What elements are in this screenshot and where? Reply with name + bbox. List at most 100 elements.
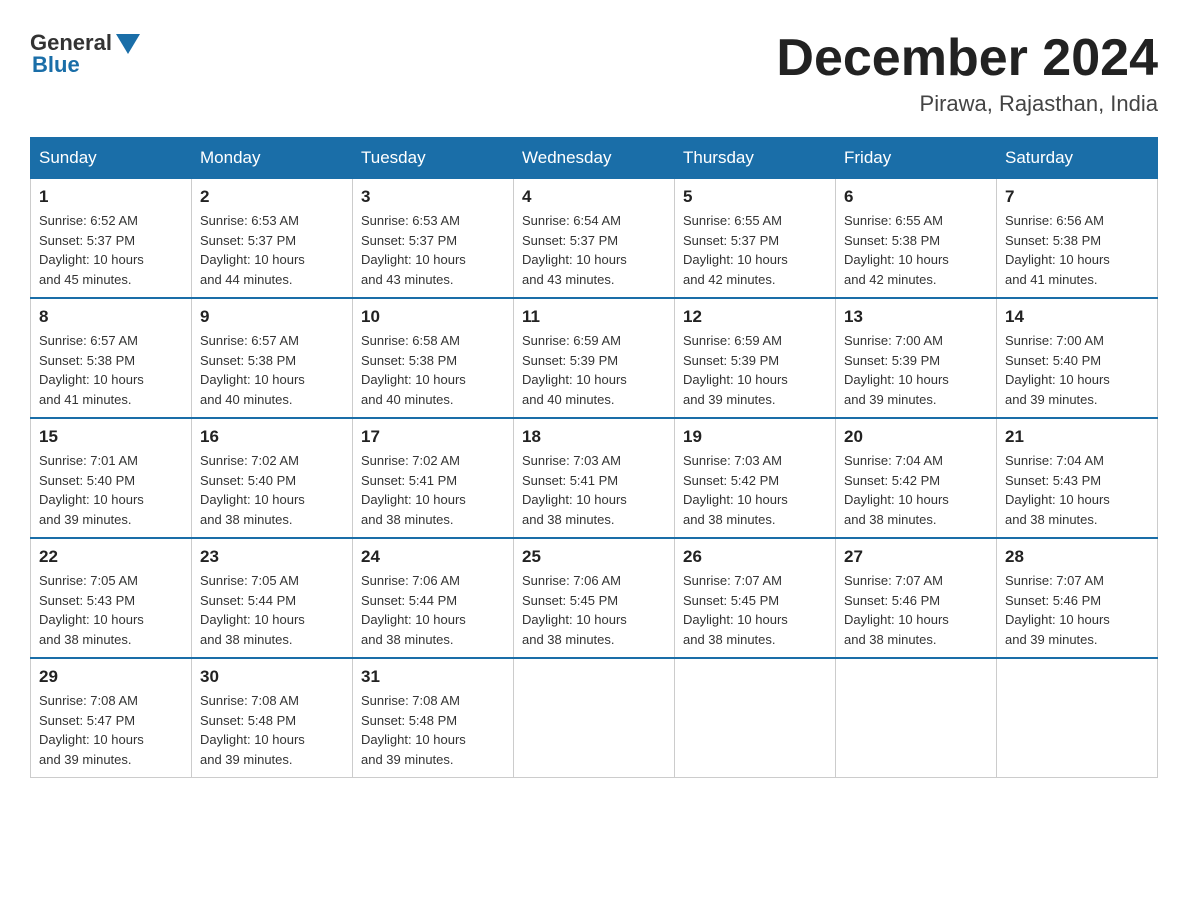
day-info: Sunrise: 6:53 AMSunset: 5:37 PMDaylight:… (361, 211, 505, 289)
day-number: 20 (844, 427, 988, 447)
day-number: 7 (1005, 187, 1149, 207)
day-info: Sunrise: 6:54 AMSunset: 5:37 PMDaylight:… (522, 211, 666, 289)
calendar-header-row: SundayMondayTuesdayWednesdayThursdayFrid… (31, 138, 1158, 179)
calendar-cell: 10 Sunrise: 6:58 AMSunset: 5:38 PMDayligh… (353, 298, 514, 418)
calendar-cell: 17 Sunrise: 7:02 AMSunset: 5:41 PMDayligh… (353, 418, 514, 538)
day-info: Sunrise: 7:08 AMSunset: 5:47 PMDaylight:… (39, 691, 183, 769)
calendar-header-sunday: Sunday (31, 138, 192, 179)
day-number: 1 (39, 187, 183, 207)
day-info: Sunrise: 6:52 AMSunset: 5:37 PMDaylight:… (39, 211, 183, 289)
calendar-cell (836, 658, 997, 778)
day-info: Sunrise: 6:53 AMSunset: 5:37 PMDaylight:… (200, 211, 344, 289)
calendar-cell: 14 Sunrise: 7:00 AMSunset: 5:40 PMDayligh… (997, 298, 1158, 418)
day-number: 4 (522, 187, 666, 207)
calendar-cell: 19Sunrise: 7:03 AMSunset: 5:42 PMDayligh… (675, 418, 836, 538)
calendar-cell: 13 Sunrise: 7:00 AMSunset: 5:39 PMDayligh… (836, 298, 997, 418)
calendar-cell: 27Sunrise: 7:07 AMSunset: 5:46 PMDayligh… (836, 538, 997, 658)
day-info: Sunrise: 7:04 AMSunset: 5:42 PMDaylight:… (844, 451, 988, 529)
calendar-cell: 31 Sunrise: 7:08 AMSunset: 5:48 PMDayligh… (353, 658, 514, 778)
day-info: Sunrise: 7:05 AMSunset: 5:43 PMDaylight:… (39, 571, 183, 649)
calendar-cell: 15 Sunrise: 7:01 AMSunset: 5:40 PMDayligh… (31, 418, 192, 538)
logo-blue-text: Blue (32, 52, 80, 78)
calendar-week-row: 29 Sunrise: 7:08 AMSunset: 5:47 PMDayligh… (31, 658, 1158, 778)
day-info: Sunrise: 6:55 AMSunset: 5:38 PMDaylight:… (844, 211, 988, 289)
day-info: Sunrise: 7:00 AMSunset: 5:39 PMDaylight:… (844, 331, 988, 409)
calendar-cell: 1 Sunrise: 6:52 AMSunset: 5:37 PMDaylight… (31, 179, 192, 299)
day-number: 26 (683, 547, 827, 567)
calendar-cell: 8 Sunrise: 6:57 AMSunset: 5:38 PMDaylight… (31, 298, 192, 418)
day-info: Sunrise: 7:02 AMSunset: 5:40 PMDaylight:… (200, 451, 344, 529)
day-info: Sunrise: 6:59 AMSunset: 5:39 PMDaylight:… (522, 331, 666, 409)
day-info: Sunrise: 7:08 AMSunset: 5:48 PMDaylight:… (361, 691, 505, 769)
calendar-cell (675, 658, 836, 778)
day-number: 11 (522, 307, 666, 327)
day-info: Sunrise: 7:06 AMSunset: 5:44 PMDaylight:… (361, 571, 505, 649)
calendar-table: SundayMondayTuesdayWednesdayThursdayFrid… (30, 137, 1158, 778)
calendar-week-row: 1 Sunrise: 6:52 AMSunset: 5:37 PMDaylight… (31, 179, 1158, 299)
day-number: 24 (361, 547, 505, 567)
calendar-cell: 22 Sunrise: 7:05 AMSunset: 5:43 PMDayligh… (31, 538, 192, 658)
day-info: Sunrise: 7:06 AMSunset: 5:45 PMDaylight:… (522, 571, 666, 649)
calendar-cell: 30 Sunrise: 7:08 AMSunset: 5:48 PMDayligh… (192, 658, 353, 778)
logo: General Blue (30, 30, 140, 78)
day-number: 8 (39, 307, 183, 327)
day-number: 2 (200, 187, 344, 207)
calendar-cell: 23Sunrise: 7:05 AMSunset: 5:44 PMDayligh… (192, 538, 353, 658)
calendar-cell: 29 Sunrise: 7:08 AMSunset: 5:47 PMDayligh… (31, 658, 192, 778)
calendar-header-monday: Monday (192, 138, 353, 179)
calendar-cell: 20 Sunrise: 7:04 AMSunset: 5:42 PMDayligh… (836, 418, 997, 538)
day-number: 13 (844, 307, 988, 327)
calendar-cell: 9Sunrise: 6:57 AMSunset: 5:38 PMDaylight… (192, 298, 353, 418)
day-info: Sunrise: 6:55 AMSunset: 5:37 PMDaylight:… (683, 211, 827, 289)
month-title: December 2024 (776, 30, 1158, 87)
calendar-header-friday: Friday (836, 138, 997, 179)
day-info: Sunrise: 7:05 AMSunset: 5:44 PMDaylight:… (200, 571, 344, 649)
day-number: 25 (522, 547, 666, 567)
day-info: Sunrise: 6:59 AMSunset: 5:39 PMDaylight:… (683, 331, 827, 409)
calendar-week-row: 15 Sunrise: 7:01 AMSunset: 5:40 PMDayligh… (31, 418, 1158, 538)
day-number: 5 (683, 187, 827, 207)
calendar-cell: 7 Sunrise: 6:56 AMSunset: 5:38 PMDaylight… (997, 179, 1158, 299)
calendar-week-row: 8 Sunrise: 6:57 AMSunset: 5:38 PMDaylight… (31, 298, 1158, 418)
calendar-cell: 4 Sunrise: 6:54 AMSunset: 5:37 PMDaylight… (514, 179, 675, 299)
day-number: 27 (844, 547, 988, 567)
calendar-cell: 6 Sunrise: 6:55 AMSunset: 5:38 PMDaylight… (836, 179, 997, 299)
title-block: December 2024 Pirawa, Rajasthan, India (776, 30, 1158, 117)
calendar-header-wednesday: Wednesday (514, 138, 675, 179)
calendar-cell: 21Sunrise: 7:04 AMSunset: 5:43 PMDayligh… (997, 418, 1158, 538)
calendar-cell: 16Sunrise: 7:02 AMSunset: 5:40 PMDayligh… (192, 418, 353, 538)
day-number: 19 (683, 427, 827, 447)
day-number: 17 (361, 427, 505, 447)
day-number: 3 (361, 187, 505, 207)
day-info: Sunrise: 6:56 AMSunset: 5:38 PMDaylight:… (1005, 211, 1149, 289)
day-number: 10 (361, 307, 505, 327)
day-number: 28 (1005, 547, 1149, 567)
day-info: Sunrise: 7:02 AMSunset: 5:41 PMDaylight:… (361, 451, 505, 529)
day-info: Sunrise: 7:01 AMSunset: 5:40 PMDaylight:… (39, 451, 183, 529)
day-number: 22 (39, 547, 183, 567)
calendar-cell: 25 Sunrise: 7:06 AMSunset: 5:45 PMDayligh… (514, 538, 675, 658)
calendar-header-thursday: Thursday (675, 138, 836, 179)
day-info: Sunrise: 7:04 AMSunset: 5:43 PMDaylight:… (1005, 451, 1149, 529)
day-number: 14 (1005, 307, 1149, 327)
day-number: 18 (522, 427, 666, 447)
day-info: Sunrise: 6:57 AMSunset: 5:38 PMDaylight:… (200, 331, 344, 409)
day-info: Sunrise: 7:08 AMSunset: 5:48 PMDaylight:… (200, 691, 344, 769)
day-number: 6 (844, 187, 988, 207)
logo-arrow-icon (116, 34, 140, 54)
day-number: 15 (39, 427, 183, 447)
calendar-cell (514, 658, 675, 778)
day-info: Sunrise: 6:57 AMSunset: 5:38 PMDaylight:… (39, 331, 183, 409)
calendar-cell: 5 Sunrise: 6:55 AMSunset: 5:37 PMDaylight… (675, 179, 836, 299)
calendar-cell: 12 Sunrise: 6:59 AMSunset: 5:39 PMDayligh… (675, 298, 836, 418)
calendar-cell: 2 Sunrise: 6:53 AMSunset: 5:37 PMDaylight… (192, 179, 353, 299)
calendar-cell (997, 658, 1158, 778)
day-number: 31 (361, 667, 505, 687)
calendar-cell: 24 Sunrise: 7:06 AMSunset: 5:44 PMDayligh… (353, 538, 514, 658)
day-number: 12 (683, 307, 827, 327)
day-number: 29 (39, 667, 183, 687)
day-info: Sunrise: 7:07 AMSunset: 5:45 PMDaylight:… (683, 571, 827, 649)
day-number: 30 (200, 667, 344, 687)
day-info: Sunrise: 7:00 AMSunset: 5:40 PMDaylight:… (1005, 331, 1149, 409)
day-info: Sunrise: 6:58 AMSunset: 5:38 PMDaylight:… (361, 331, 505, 409)
